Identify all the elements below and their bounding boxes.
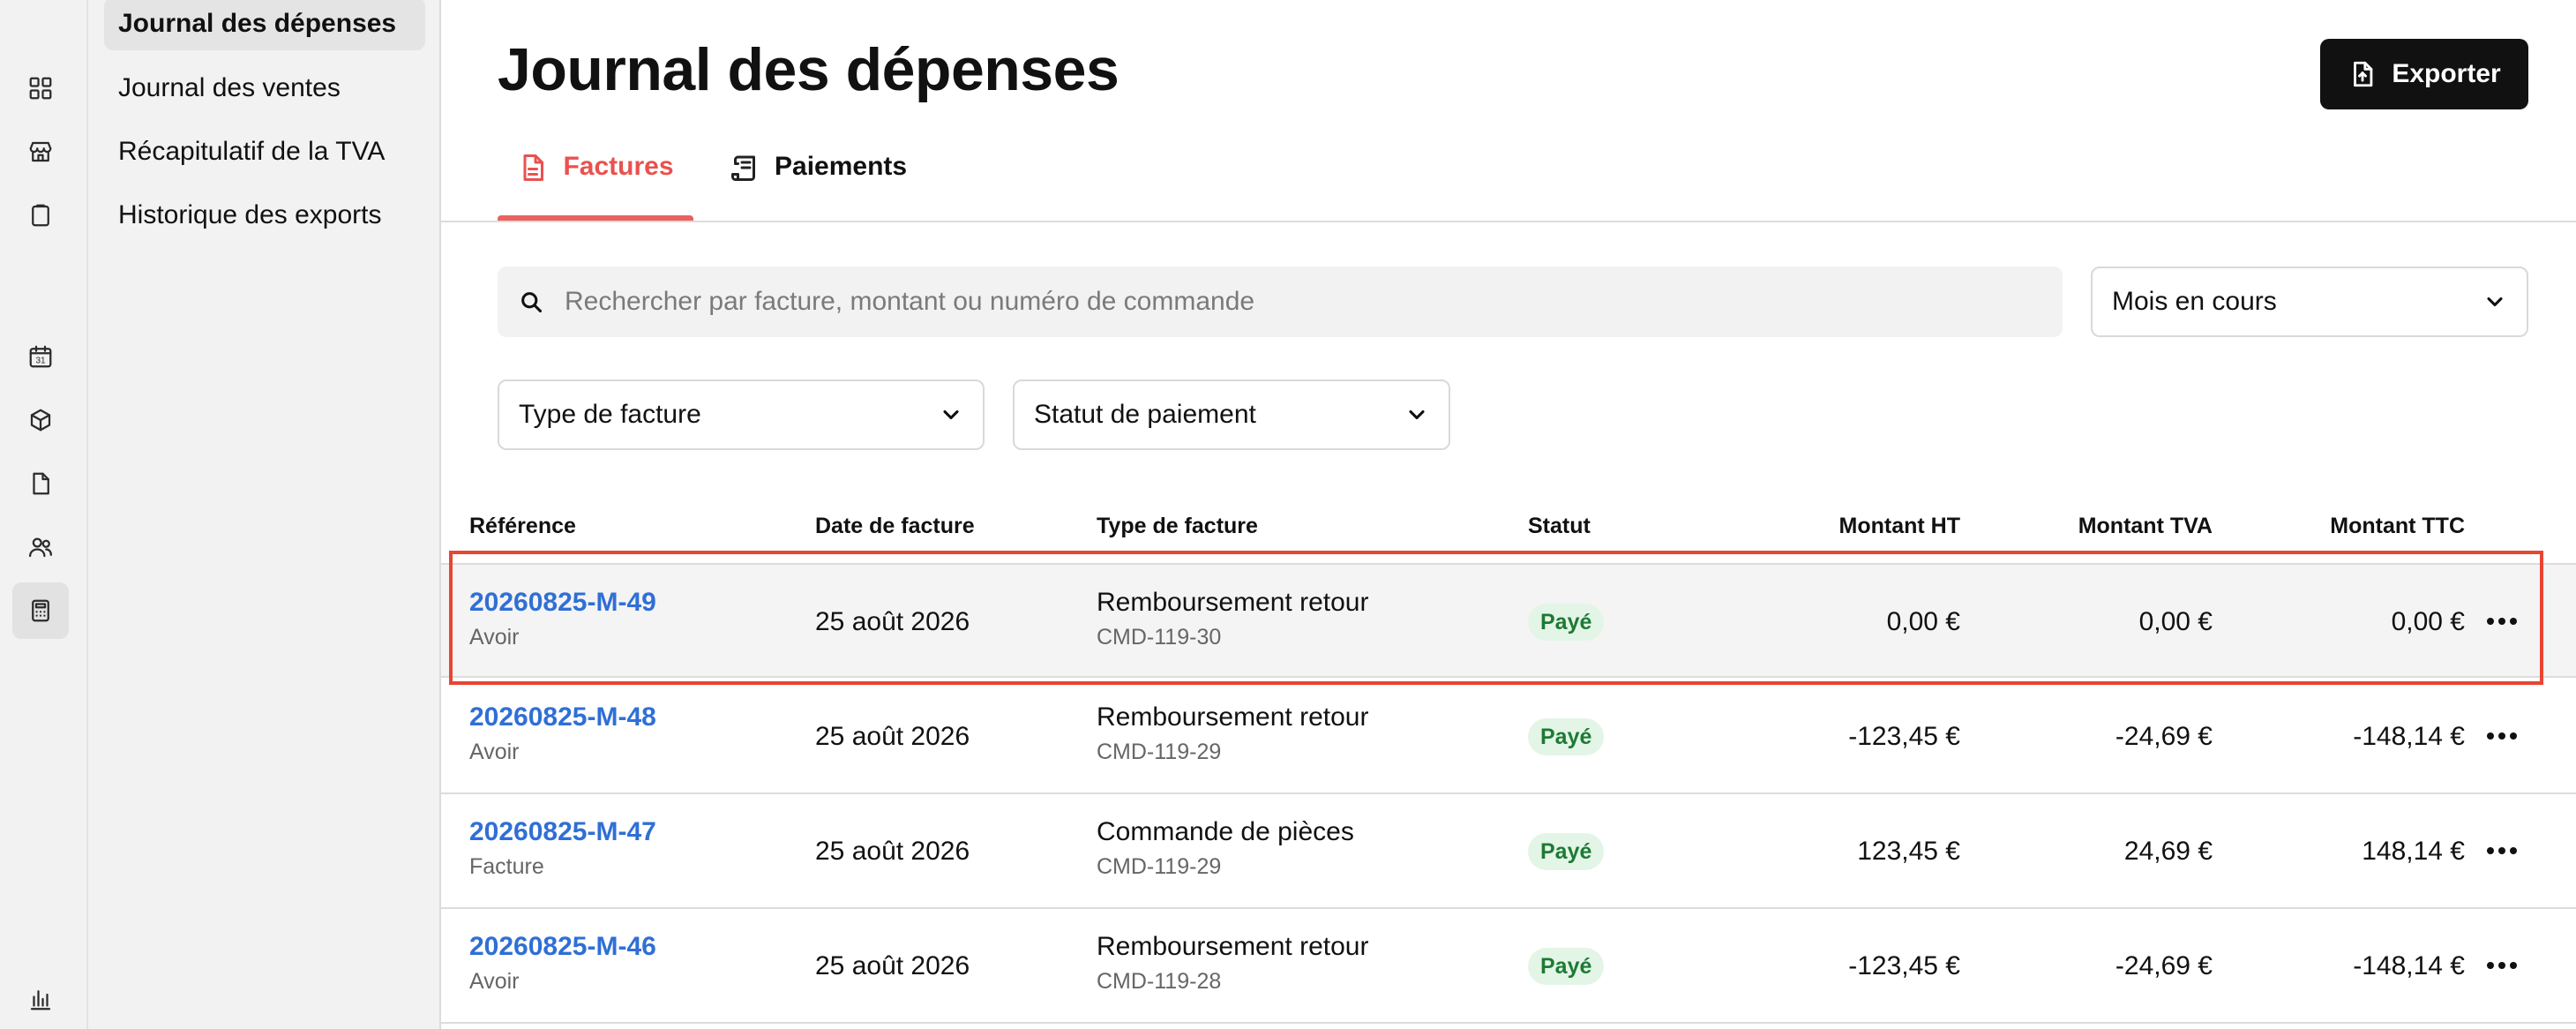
table-row[interactable]: 20260825-M-49 Avoir 25 août 2026 Rembour… — [441, 563, 2576, 678]
chevron-down-icon — [943, 409, 959, 420]
invoice-type-select[interactable]: Type de facture — [498, 379, 985, 450]
invoice-kind: Avoir — [469, 625, 520, 650]
invoice-date: 25 août 2026 — [815, 951, 970, 980]
table-row[interactable]: 20260825-M-46 Avoir 25 août 2026 Rembour… — [441, 909, 2576, 1024]
icon-rail: 31 — [0, 0, 88, 1029]
sub-sidebar: Journal des dépenses Journal des ventes … — [88, 0, 441, 1029]
search-input[interactable] — [565, 287, 1976, 317]
invoice-kind: Avoir — [469, 740, 520, 764]
column-header-date[interactable]: Date de facture — [815, 514, 975, 539]
table-row[interactable]: 20260825-M-48 Avoir 25 août 2026 Rembour… — [441, 680, 2576, 794]
box-icon[interactable] — [12, 392, 69, 448]
payment-status-select-value: Statut de paiement — [1034, 400, 1256, 429]
tab-label: Factures — [563, 152, 674, 181]
column-header-amount-tva[interactable]: Montant TVA — [2078, 514, 2213, 539]
amount-ttc: -148,14 € — [2353, 951, 2465, 980]
subnav-item-label: Récapitulatif de la TVA — [118, 137, 386, 166]
tabs-divider — [441, 221, 2576, 222]
invoice-reference-link[interactable]: 20260825-M-47 — [469, 817, 656, 847]
column-header-reference[interactable]: Référence — [469, 514, 576, 539]
amount-ht: 123,45 € — [1857, 837, 1960, 866]
calendar-icon[interactable]: 31 — [12, 328, 69, 385]
document-icon[interactable] — [12, 455, 69, 512]
more-options-icon[interactable] — [2481, 831, 2523, 870]
amount-ht: -123,45 € — [1848, 951, 1960, 980]
invoice-date: 25 août 2026 — [815, 837, 970, 866]
invoice-reference-link[interactable]: 20260825-M-46 — [469, 932, 656, 962]
export-button-label: Exporter — [2392, 59, 2501, 88]
invoice-type: Remboursement retour — [1097, 932, 1369, 961]
status-badge: Payé — [1528, 604, 1605, 641]
amount-tva: -24,69 € — [2115, 951, 2213, 980]
status-badge: Payé — [1528, 833, 1605, 870]
receipt-icon — [731, 155, 755, 181]
tab-label: Paiements — [775, 152, 908, 181]
file-upload-icon — [2354, 61, 2373, 87]
chart-icon[interactable] — [12, 971, 69, 1027]
subnav-item-label: Journal des dépenses — [118, 9, 397, 38]
chevron-down-icon — [2487, 297, 2503, 307]
subnav-item-label: Journal des ventes — [118, 73, 341, 102]
more-options-icon[interactable] — [2481, 717, 2523, 755]
calendar-day: 31 — [35, 357, 46, 366]
amount-ttc: -148,14 € — [2353, 722, 2465, 751]
search-icon — [521, 292, 543, 313]
clipboard-icon[interactable] — [12, 187, 69, 244]
invoice-date: 25 août 2026 — [815, 722, 970, 751]
subnav-item-label: Historique des exports — [118, 200, 382, 229]
invoice-type-select-value: Type de facture — [519, 400, 701, 429]
subnav-item-recap-tva[interactable]: Récapitulatif de la TVA — [104, 125, 425, 178]
invoice-reference-link[interactable]: 20260825-M-49 — [469, 588, 656, 618]
page-title: Journal des dépenses — [498, 36, 1120, 103]
subnav-item-journal-ventes[interactable]: Journal des ventes — [104, 62, 425, 115]
amount-tva: 0,00 € — [2138, 607, 2213, 636]
main-content: Journal des dépenses Exporter Factures P… — [441, 0, 2576, 1029]
invoice-kind: Avoir — [469, 969, 520, 994]
column-header-amount-ttc[interactable]: Montant TTC — [2330, 514, 2465, 539]
column-header-amount-ht[interactable]: Montant HT — [1839, 514, 1960, 539]
payment-status-select[interactable]: Statut de paiement — [1013, 379, 1450, 450]
calculator-icon[interactable] — [12, 582, 69, 639]
order-number: CMD-119-29 — [1097, 740, 1222, 764]
invoice-type: Commande de pièces — [1097, 817, 1354, 846]
invoice-date: 25 août 2026 — [815, 607, 970, 636]
tab-factures[interactable]: Factures — [498, 148, 693, 222]
invoice-type: Remboursement retour — [1097, 588, 1369, 617]
order-number: CMD-119-29 — [1097, 854, 1222, 879]
column-header-type[interactable]: Type de facture — [1097, 514, 1258, 539]
dashboard-icon[interactable] — [12, 60, 69, 116]
users-icon[interactable] — [12, 519, 69, 575]
period-select-value: Mois en cours — [2112, 287, 2277, 316]
amount-ht: -123,45 € — [1848, 722, 1960, 751]
more-options-icon[interactable] — [2481, 602, 2523, 641]
period-select[interactable]: Mois en cours — [2091, 267, 2528, 337]
amount-ttc: 148,14 € — [2362, 837, 2465, 866]
status-badge: Payé — [1528, 718, 1605, 755]
amount-tva: 24,69 € — [2123, 837, 2213, 866]
amount-ht: 0,00 € — [1886, 607, 1960, 636]
order-number: CMD-119-30 — [1097, 625, 1222, 650]
store-icon[interactable] — [12, 124, 69, 180]
invoice-type: Remboursement retour — [1097, 702, 1369, 732]
amount-tva: -24,69 € — [2115, 722, 2213, 751]
search-bar[interactable] — [498, 267, 2063, 337]
export-button[interactable]: Exporter — [2320, 39, 2528, 109]
document-icon — [523, 154, 544, 181]
tab-paiements[interactable]: Paiements — [729, 148, 907, 222]
more-options-icon[interactable] — [2481, 946, 2523, 985]
invoice-reference-link[interactable]: 20260825-M-48 — [469, 702, 656, 732]
chevron-down-icon — [1409, 409, 1425, 420]
status-badge: Payé — [1528, 948, 1605, 985]
column-header-status[interactable]: Statut — [1528, 514, 1591, 539]
amount-ttc: 0,00 € — [2391, 607, 2465, 636]
invoice-kind: Facture — [469, 854, 544, 879]
table-row[interactable]: 20260825-M-47 Facture 25 août 2026 Comma… — [441, 794, 2576, 909]
order-number: CMD-119-28 — [1097, 969, 1222, 994]
subnav-item-journal-depenses[interactable]: Journal des dépenses — [104, 0, 425, 50]
subnav-item-historique-exports[interactable]: Historique des exports — [104, 189, 425, 242]
